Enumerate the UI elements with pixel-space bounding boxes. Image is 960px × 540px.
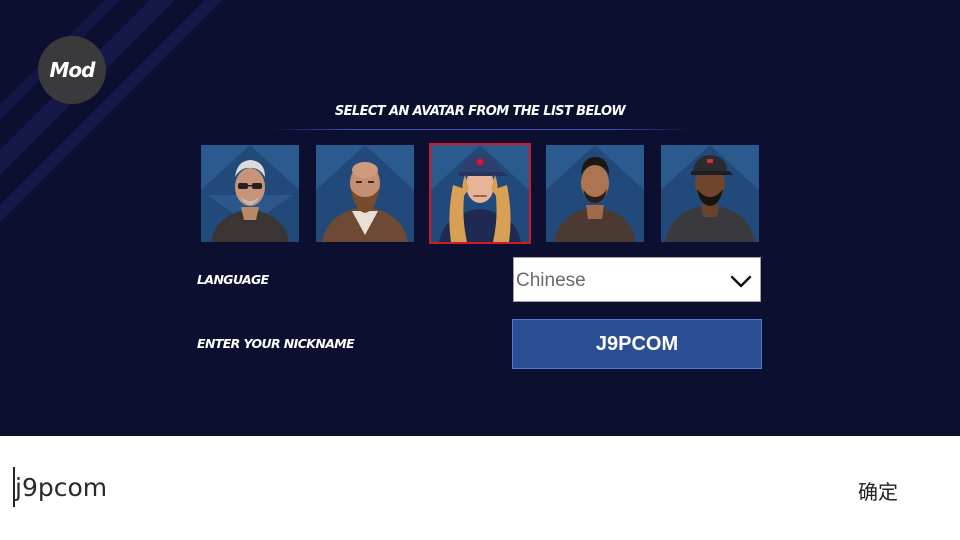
mod-badge-button[interactable]: Mod — [38, 36, 106, 104]
avatar-heading: SELECT AN AVATAR FROM THE LIST BELOW — [334, 104, 626, 119]
language-dropdown[interactable]: Chinese — [513, 257, 761, 302]
keyboard-text-field[interactable]: j9pcom — [15, 473, 107, 502]
heading-divider — [270, 129, 692, 130]
language-selected-value: Chinese — [516, 270, 586, 291]
avatar-old-man-glasses[interactable] — [201, 145, 299, 242]
nickname-input[interactable]: J9PCOM — [512, 319, 762, 369]
avatar-young-man[interactable] — [546, 145, 644, 242]
keyboard-input-bar — [0, 436, 960, 540]
nickname-value: J9PCOM — [595, 332, 679, 355]
language-label: LANGUAGE — [197, 272, 269, 287]
mod-badge-label: Mod — [49, 58, 96, 82]
avatar-man-cap[interactable] — [661, 145, 759, 242]
avatar-bald-bearded-man[interactable] — [316, 145, 414, 242]
game-screen: Mod SELECT AN AVATAR FROM THE LIST BELOW — [0, 0, 960, 436]
avatar-woman-cap[interactable] — [429, 143, 531, 244]
chevron-down-icon — [730, 275, 752, 288]
nickname-label: ENTER YOUR NICKNAME — [197, 336, 355, 351]
confirm-button[interactable]: 确定 — [842, 476, 914, 504]
